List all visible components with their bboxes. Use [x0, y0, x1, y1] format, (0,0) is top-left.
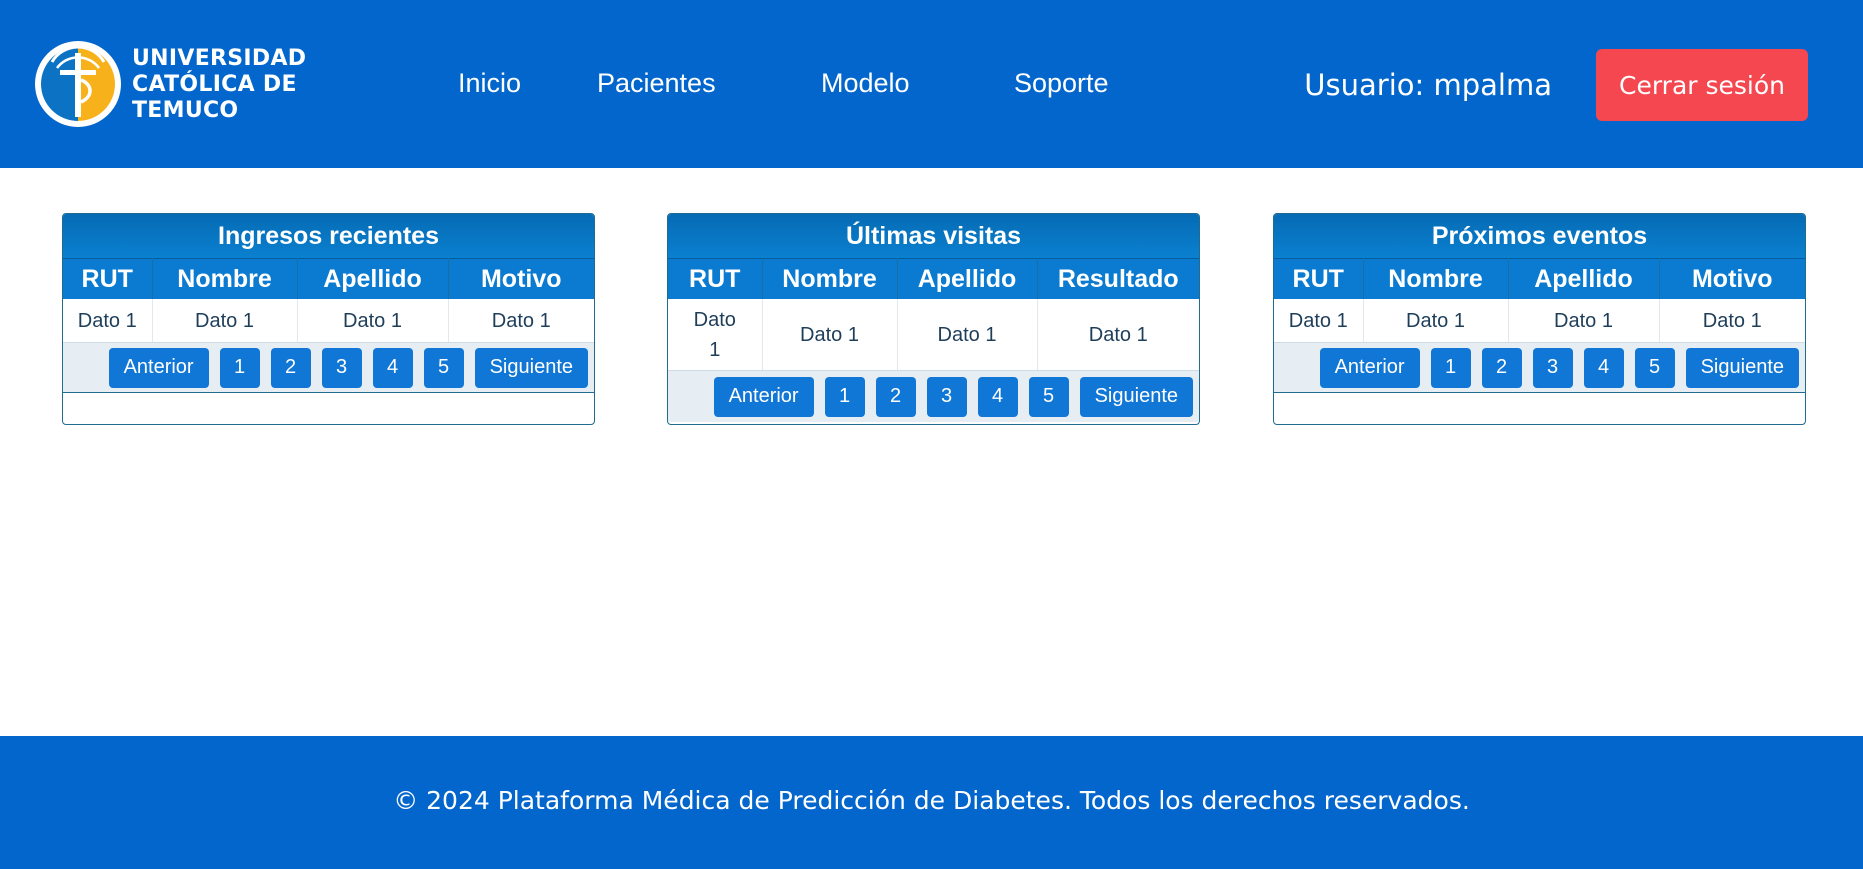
pagination: Anterior 1 2 3 4 5 Siguiente: [668, 371, 1199, 422]
pagination-page-3[interactable]: 3: [1532, 347, 1573, 388]
pagination-page-3[interactable]: 3: [321, 347, 362, 388]
table-cell: Dato 1: [1363, 299, 1509, 343]
table-cell: Dato 1: [668, 299, 763, 371]
panel-title: Próximos eventos: [1274, 214, 1805, 258]
column-header-nombre: Nombre: [762, 258, 898, 299]
table-cell: Dato 1: [1508, 299, 1660, 343]
table-cell: Dato 1: [63, 299, 153, 343]
table-cell: Dato 1: [297, 299, 449, 343]
pagination-page-2[interactable]: 2: [270, 347, 311, 388]
table-cell: Dato 1: [448, 299, 594, 343]
top-header: UNIVERSIDAD CATÓLICA DE TEMUCO Inicio Pa…: [0, 0, 1863, 168]
panel-proximos-eventos: Próximos eventos RUT Nombre Apellido Mot…: [1273, 213, 1806, 425]
table-row: Dato 1 Dato 1 Dato 1 Dato 1: [1274, 299, 1805, 343]
page-footer: © 2024 Plataforma Médica de Predicción d…: [0, 736, 1863, 869]
column-header-resultado: Resultado: [1037, 258, 1199, 299]
data-table: RUT Nombre Apellido Motivo Dato 1 Dato 1…: [63, 258, 594, 343]
table-cell: Dato 1: [1659, 299, 1805, 343]
pagination-previous-button[interactable]: Anterior: [108, 347, 209, 388]
data-table: RUT Nombre Apellido Resultado Dato 1 Dat…: [668, 258, 1199, 371]
column-header-nombre: Nombre: [1363, 258, 1509, 299]
nav-inicio[interactable]: Inicio: [458, 66, 521, 100]
logo-text: UNIVERSIDAD CATÓLICA DE TEMUCO: [132, 46, 306, 124]
university-crest-icon: [35, 41, 121, 127]
university-logo[interactable]: UNIVERSIDAD CATÓLICA DE TEMUCO: [34, 38, 314, 130]
table-cell: Dato 1: [1037, 299, 1199, 371]
table-cell: Dato 1: [1274, 299, 1364, 343]
logo-line-2: CATÓLICA DE: [132, 72, 297, 97]
pagination-page-2[interactable]: 2: [875, 376, 916, 417]
column-header-apellido: Apellido: [297, 258, 449, 299]
pagination-page-3[interactable]: 3: [926, 376, 967, 417]
data-table: RUT Nombre Apellido Motivo Dato 1 Dato 1…: [1274, 258, 1805, 343]
panel-ultimas-visitas: Últimas visitas RUT Nombre Apellido Resu…: [667, 213, 1200, 425]
table-row: Dato 1 Dato 1 Dato 1 Dato 1: [63, 299, 594, 343]
panel-ingresos-recientes: Ingresos recientes RUT Nombre Apellido M…: [62, 213, 595, 425]
footer-copyright: © 2024 Plataforma Médica de Predicción d…: [393, 786, 1470, 815]
column-header-apellido: Apellido: [897, 258, 1038, 299]
nav-soporte[interactable]: Soporte: [1014, 66, 1109, 100]
pagination-page-1[interactable]: 1: [219, 347, 260, 388]
pagination-previous-button[interactable]: Anterior: [1319, 347, 1420, 388]
table-cell: Dato 1: [152, 299, 298, 343]
table-header-row: RUT Nombre Apellido Motivo: [63, 258, 594, 299]
logout-button[interactable]: Cerrar sesión: [1596, 49, 1808, 121]
pagination: Anterior 1 2 3 4 5 Siguiente: [63, 343, 594, 393]
pagination-previous-button[interactable]: Anterior: [713, 376, 814, 417]
column-header-apellido: Apellido: [1508, 258, 1660, 299]
column-header-rut: RUT: [668, 258, 763, 299]
pagination-page-4[interactable]: 4: [977, 376, 1018, 417]
column-header-motivo: Motivo: [448, 258, 594, 299]
column-header-motivo: Motivo: [1659, 258, 1805, 299]
table-row: Dato 1 Dato 1 Dato 1 Dato 1: [668, 299, 1199, 371]
table-header-row: RUT Nombre Apellido Resultado: [668, 258, 1199, 299]
pagination-page-5[interactable]: 5: [423, 347, 464, 388]
nav-modelo[interactable]: Modelo: [821, 66, 910, 100]
pagination-next-button[interactable]: Siguiente: [1685, 347, 1799, 388]
logo-line-1: UNIVERSIDAD: [132, 46, 307, 71]
table-cell: Dato 1: [762, 299, 898, 371]
panel-title: Últimas visitas: [668, 214, 1199, 258]
pagination-page-2[interactable]: 2: [1481, 347, 1522, 388]
pagination-page-4[interactable]: 4: [1583, 347, 1624, 388]
nav-pacientes[interactable]: Pacientes: [597, 66, 716, 100]
column-header-nombre: Nombre: [152, 258, 298, 299]
logo-line-3: TEMUCO: [132, 98, 239, 123]
pagination-page-4[interactable]: 4: [372, 347, 413, 388]
pagination-next-button[interactable]: Siguiente: [1079, 376, 1193, 417]
pagination-page-5[interactable]: 5: [1634, 347, 1675, 388]
column-header-rut: RUT: [63, 258, 153, 299]
column-header-rut: RUT: [1274, 258, 1364, 299]
pagination-next-button[interactable]: Siguiente: [474, 347, 588, 388]
panel-title: Ingresos recientes: [63, 214, 594, 258]
pagination-page-5[interactable]: 5: [1028, 376, 1069, 417]
pagination: Anterior 1 2 3 4 5 Siguiente: [1274, 343, 1805, 393]
pagination-page-1[interactable]: 1: [824, 376, 865, 417]
table-cell: Dato 1: [897, 299, 1038, 371]
current-user-label: Usuario: mpalma: [1304, 68, 1552, 102]
table-header-row: RUT Nombre Apellido Motivo: [1274, 258, 1805, 299]
pagination-page-1[interactable]: 1: [1430, 347, 1471, 388]
